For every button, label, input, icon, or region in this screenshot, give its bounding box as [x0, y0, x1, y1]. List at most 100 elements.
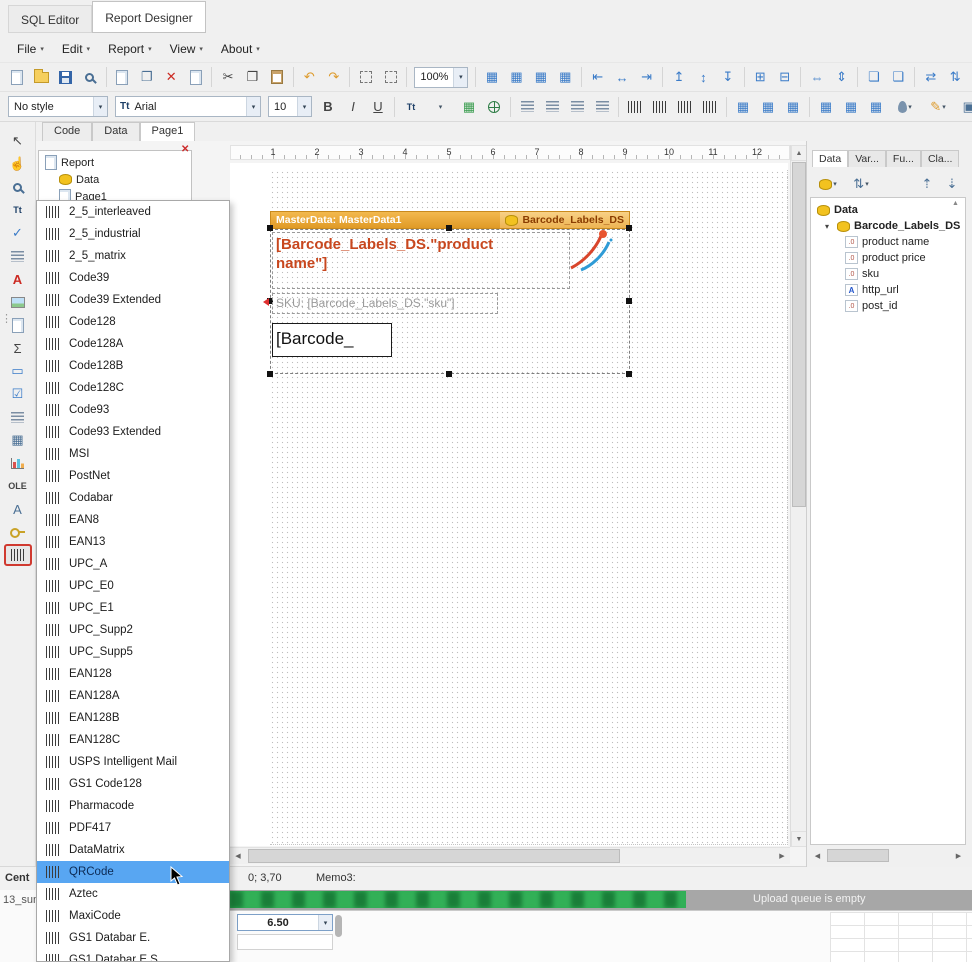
new-page-button[interactable] [111, 66, 134, 88]
select-tool-button[interactable]: ↖ [4, 130, 32, 152]
barcode-menu-item[interactable]: 2_5_interleaved [37, 201, 229, 223]
barcode-menu-item[interactable]: Code93 Extended [37, 421, 229, 443]
selection-handle[interactable] [446, 225, 452, 231]
tree-item-datasource[interactable]: ▾Barcode_Labels_DS [813, 218, 963, 234]
align-centers-button[interactable]: ↔ [610, 66, 633, 88]
richtext-object-button[interactable]: A [4, 268, 32, 290]
font-combobox[interactable]: Tt Arial ▾ [115, 96, 261, 117]
barcode-menu-item[interactable]: 2_5_matrix [37, 245, 229, 267]
barcode-menu-item[interactable]: Pharmacode [37, 795, 229, 817]
center-horizontally-button[interactable]: ⊞ [749, 66, 772, 88]
tree-field-product-name[interactable]: .0product name [813, 234, 963, 250]
barcode-menu-item[interactable]: UPC_A [37, 553, 229, 575]
tree-field-http_url[interactable]: Ahttp_url [813, 282, 963, 298]
barcode-menu-item[interactable]: EAN8 [37, 509, 229, 531]
same-height-button[interactable]: ⇕ [830, 66, 853, 88]
cut-button[interactable]: ✂ [216, 66, 239, 88]
cell-align-right-button[interactable]: ▦ [864, 96, 888, 118]
text-align-right-button[interactable] [565, 96, 589, 118]
barcode-menu-item[interactable]: 2_5_industrial [37, 223, 229, 245]
report-tree-item-data[interactable]: Data [41, 171, 189, 188]
undo-button[interactable]: ↶ [298, 66, 321, 88]
cell-align-left-button[interactable]: ▦ [814, 96, 838, 118]
window-tab-sql-editor[interactable]: SQL Editor [8, 5, 92, 33]
group-selection-button[interactable] [354, 66, 377, 88]
menu-report[interactable]: Report▾ [99, 38, 161, 60]
ungroup-selection-button[interactable] [379, 66, 402, 88]
send-to-back-button[interactable]: ❑ [887, 66, 910, 88]
tree-scroll-up-icon[interactable]: ▲ [952, 200, 959, 207]
barcode-menu-item[interactable]: Codabar [37, 487, 229, 509]
barcode-menu-item[interactable]: QRCode [37, 861, 229, 883]
preview-report-button[interactable] [78, 66, 101, 88]
arrange-extra-button[interactable]: ⇅ [944, 66, 967, 88]
cell-align-middle-button[interactable]: ▦ [756, 96, 780, 118]
barcode-menu-item[interactable]: Code128 [37, 311, 229, 333]
center-vertically-button[interactable]: ⊟ [773, 66, 796, 88]
copy-button[interactable]: ❐ [241, 66, 264, 88]
barcode-menu-item[interactable]: DataMatrix [37, 839, 229, 861]
zoom-combobox[interactable]: 100%▾ [414, 67, 468, 88]
memo-product-name[interactable]: [Barcode_Labels_DS."product name"] [272, 232, 570, 289]
barcode-menu-item[interactable]: Code39 Extended [37, 289, 229, 311]
band-object-button[interactable] [4, 245, 32, 267]
border-style-button[interactable]: ▣▾ [955, 96, 972, 118]
barcode-menu-item[interactable]: Aztec [37, 883, 229, 905]
menu-edit[interactable]: Edit▾ [53, 38, 99, 60]
align-to-grid-button[interactable]: ▦ [529, 66, 552, 88]
barcode-menu-item[interactable]: Code128B [37, 355, 229, 377]
arrange-swap-button[interactable]: ⇄ [919, 66, 942, 88]
scroll-left-button[interactable]: ◀ [230, 848, 246, 864]
grid-size-button[interactable]: ▦ [554, 66, 577, 88]
cellular-text-button[interactable]: ▭ [4, 360, 32, 382]
tab-code[interactable]: Code [42, 122, 92, 141]
format-painter-button[interactable]: ✓ [4, 222, 32, 244]
font-color-button[interactable]: ▾ [424, 96, 456, 118]
barcode-menu-item[interactable]: UPC_Supp2 [37, 619, 229, 641]
barcode-menu-item[interactable]: MaxiCode [37, 905, 229, 927]
snap-to-grid-button[interactable]: ▦ [505, 66, 528, 88]
selection-handle[interactable] [626, 298, 632, 304]
delete-page-button[interactable]: ✕ [160, 66, 183, 88]
open-report-button[interactable] [29, 66, 52, 88]
key-object-button[interactable] [4, 521, 32, 543]
report-tree-item-report[interactable]: Report [41, 154, 189, 171]
shape-object-button[interactable]: A [4, 498, 32, 520]
page-settings-button[interactable] [184, 66, 207, 88]
barcode-menu-item[interactable]: Code93 [37, 399, 229, 421]
copy-page-button[interactable]: ❐ [135, 66, 158, 88]
barcode-orientation-90-button[interactable] [648, 96, 672, 118]
tree-field-sku[interactable]: .0sku [813, 266, 963, 282]
paste-button[interactable] [265, 66, 288, 88]
horizontal-scroll-thumb[interactable] [248, 849, 620, 863]
redo-button[interactable]: ↷ [322, 66, 345, 88]
chart-object-button[interactable] [4, 452, 32, 474]
line-object-button[interactable] [4, 406, 32, 428]
line-color-button[interactable]: ✎▾ [922, 96, 954, 118]
panel-scroll-thumb[interactable] [827, 849, 889, 862]
barcode-menu-item[interactable]: PostNet [37, 465, 229, 487]
table-object-button[interactable]: ▦ [4, 429, 32, 451]
selection-handle[interactable] [626, 225, 632, 231]
tree-field-post_id[interactable]: .0post_id [813, 298, 963, 314]
vertical-scroll-thumb[interactable] [792, 162, 806, 507]
selection-handle[interactable] [446, 371, 452, 377]
datasource-button[interactable]: ▾ [812, 173, 844, 195]
zoom-tool-button[interactable] [4, 176, 32, 198]
selection-handle[interactable] [267, 371, 273, 377]
scroll-up-button[interactable]: ▲ [791, 145, 807, 161]
splitter-handle[interactable]: ⋮ [1, 316, 12, 322]
align-middles-button[interactable]: ↕ [692, 66, 715, 88]
menu-file[interactable]: File▾ [8, 38, 53, 60]
italic-button[interactable]: I [341, 96, 365, 118]
bring-to-front-button[interactable]: ❏ [862, 66, 885, 88]
hyperlink-button[interactable] [482, 96, 506, 118]
text-align-center-button[interactable] [540, 96, 564, 118]
text-justify-button[interactable] [590, 96, 614, 118]
underline-button[interactable]: U [366, 96, 390, 118]
barcode-menu-item[interactable]: UPC_Supp5 [37, 641, 229, 663]
barcode-menu-item[interactable]: GS1 Databar E. [37, 927, 229, 949]
font-size-combobox[interactable]: 10 ▾ [268, 96, 312, 117]
barcode-menu-item[interactable]: GS1 Databar E.S. [37, 949, 229, 962]
barcode-menu-item[interactable]: Code39 [37, 267, 229, 289]
